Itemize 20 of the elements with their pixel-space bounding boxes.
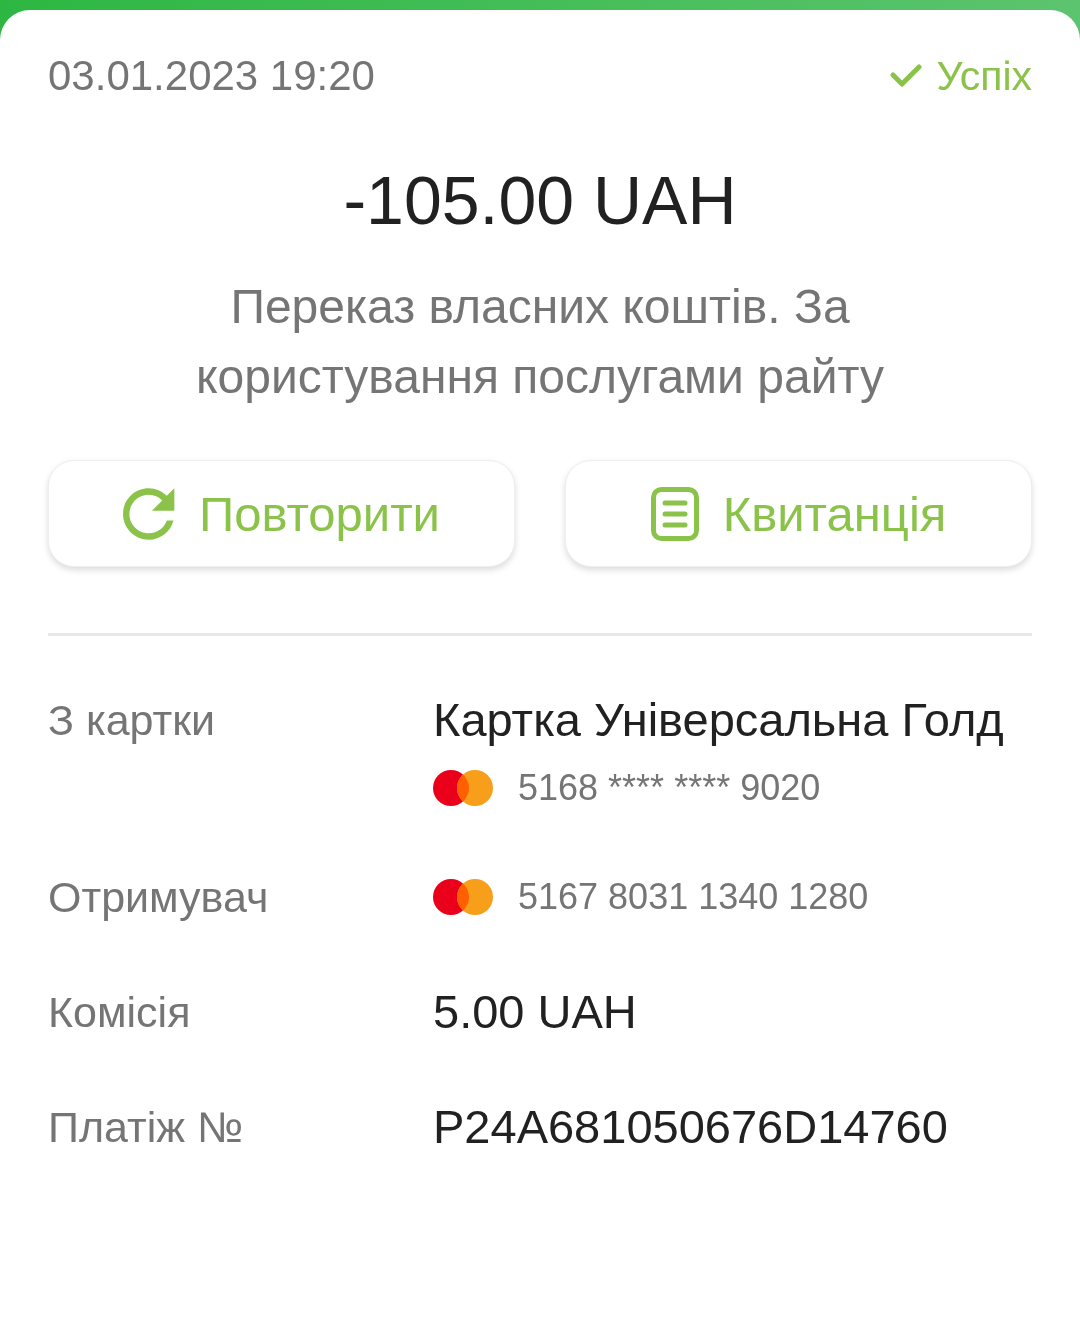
action-button[interactable]: Квитанція — [565, 460, 1032, 567]
status-label: Успіх — [936, 52, 1032, 101]
detail-label: Комісія — [48, 987, 192, 1038]
transaction-date: 03.01.2023 19:20 — [48, 51, 375, 101]
card-logo-icon — [433, 879, 493, 915]
detail-label: З картки — [48, 695, 217, 746]
detail-value: 5.00 UAH — [433, 984, 637, 1040]
detail-label: Отримувач — [48, 872, 270, 923]
action-button[interactable]: Повторити — [48, 460, 515, 567]
card-logo-icon — [433, 770, 493, 806]
check-icon — [890, 64, 923, 88]
document-icon — [650, 486, 699, 541]
card-number: 5168 **** **** 9020 — [518, 766, 821, 810]
card-number: 5167 8031 1340 1280 — [518, 875, 869, 919]
amount: -105.00 UAH — [343, 161, 737, 240]
refresh-icon — [123, 487, 175, 540]
card-name: Картка Універсальна Голд — [433, 692, 1004, 748]
detail-value: P24A681050676D14760 — [433, 1099, 948, 1155]
detail-label: Платіж № — [48, 1102, 245, 1153]
description: Переказ власних коштів. За користування послугами райту — [195, 279, 885, 405]
